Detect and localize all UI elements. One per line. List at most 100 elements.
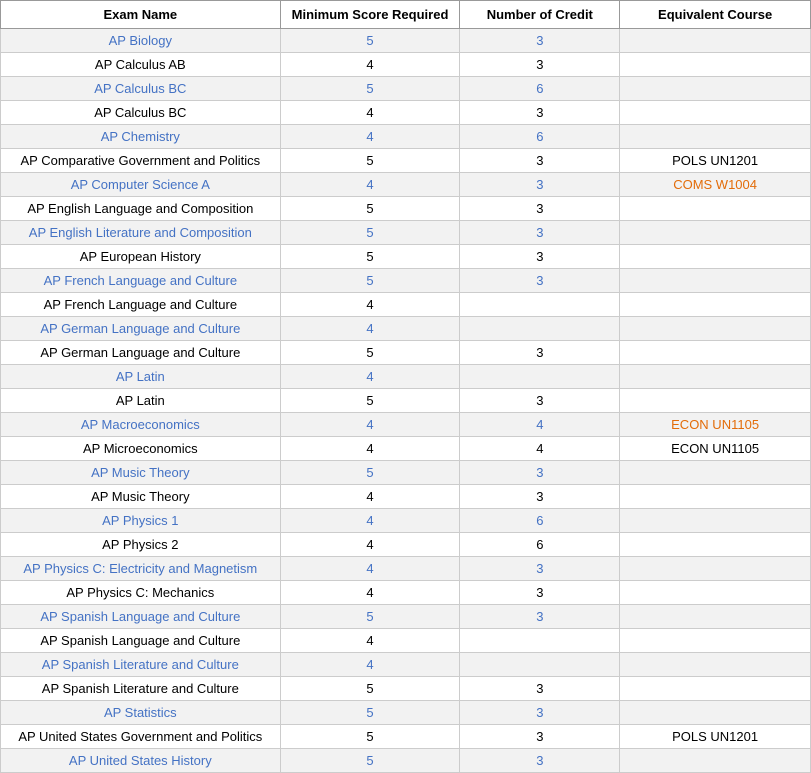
min-score: 5: [280, 149, 460, 173]
table-row: AP Biology53: [1, 29, 811, 53]
exam-name: AP German Language and Culture: [1, 341, 281, 365]
min-score: 5: [280, 197, 460, 221]
min-score: 4: [280, 365, 460, 389]
num-credit: 3: [460, 245, 620, 269]
equiv-course: POLS UN1201: [620, 725, 811, 749]
table-row: AP Latin4: [1, 365, 811, 389]
num-credit: 3: [460, 221, 620, 245]
min-score: 4: [280, 581, 460, 605]
num-credit: 3: [460, 173, 620, 197]
num-credit: 3: [460, 461, 620, 485]
exam-name: AP French Language and Culture: [1, 293, 281, 317]
equiv-course: [620, 269, 811, 293]
exam-name: AP Comparative Government and Politics: [1, 149, 281, 173]
min-score: 4: [280, 53, 460, 77]
table-row: AP Spanish Literature and Culture53: [1, 677, 811, 701]
table-row: AP United States Government and Politics…: [1, 725, 811, 749]
equiv-course: [620, 29, 811, 53]
exam-name: AP United States Government and Politics: [1, 725, 281, 749]
equiv-course: [620, 221, 811, 245]
table-row: AP Computer Science A43COMS W1004: [1, 173, 811, 197]
num-credit: 3: [460, 701, 620, 725]
equiv-course: [620, 77, 811, 101]
table-row: AP European History53: [1, 245, 811, 269]
num-credit: 3: [460, 149, 620, 173]
table-row: AP Comparative Government and Politics53…: [1, 149, 811, 173]
num-credit: 3: [460, 101, 620, 125]
exam-name: AP Chemistry: [1, 125, 281, 149]
equiv-course: [620, 557, 811, 581]
min-score: 4: [280, 557, 460, 581]
num-credit: [460, 317, 620, 341]
table-row: AP Physics 246: [1, 533, 811, 557]
equiv-course: [620, 701, 811, 725]
exam-name: AP English Literature and Composition: [1, 221, 281, 245]
equiv-course: [620, 197, 811, 221]
column-header-2: Number of Credit: [460, 1, 620, 29]
min-score: 5: [280, 725, 460, 749]
equiv-course: [620, 581, 811, 605]
equiv-course: [620, 653, 811, 677]
exam-name: AP Physics C: Electricity and Magnetism: [1, 557, 281, 581]
exam-name: AP Physics 2: [1, 533, 281, 557]
num-credit: 3: [460, 557, 620, 581]
exam-name: AP Macroeconomics: [1, 413, 281, 437]
num-credit: [460, 293, 620, 317]
num-credit: 3: [460, 29, 620, 53]
equiv-course: COMS W1004: [620, 173, 811, 197]
exam-name: AP Calculus BC: [1, 77, 281, 101]
table-row: AP Physics C: Electricity and Magnetism4…: [1, 557, 811, 581]
min-score: 4: [280, 485, 460, 509]
equiv-course: [620, 485, 811, 509]
num-credit: 3: [460, 269, 620, 293]
table-row: AP French Language and Culture53: [1, 269, 811, 293]
min-score: 5: [280, 605, 460, 629]
min-score: 5: [280, 77, 460, 101]
table-row: AP Chemistry46: [1, 125, 811, 149]
exam-name: AP Spanish Literature and Culture: [1, 653, 281, 677]
num-credit: 3: [460, 485, 620, 509]
equiv-course: [620, 293, 811, 317]
equiv-course: [620, 629, 811, 653]
equiv-course: [620, 509, 811, 533]
column-header-1: Minimum Score Required: [280, 1, 460, 29]
equiv-course: [620, 389, 811, 413]
min-score: 4: [280, 317, 460, 341]
table-row: AP Physics 146: [1, 509, 811, 533]
num-credit: [460, 365, 620, 389]
min-score: 5: [280, 341, 460, 365]
exam-name: AP Latin: [1, 365, 281, 389]
exam-name: AP Computer Science A: [1, 173, 281, 197]
min-score: 5: [280, 245, 460, 269]
min-score: 4: [280, 533, 460, 557]
num-credit: 3: [460, 53, 620, 77]
num-credit: 3: [460, 389, 620, 413]
exam-name: AP Physics 1: [1, 509, 281, 533]
min-score: 4: [280, 509, 460, 533]
min-score: 4: [280, 413, 460, 437]
table-row: AP German Language and Culture4: [1, 317, 811, 341]
exam-name: AP Biology: [1, 29, 281, 53]
exam-name: AP Statistics: [1, 701, 281, 725]
table-row: AP Physics C: Mechanics43: [1, 581, 811, 605]
num-credit: 6: [460, 77, 620, 101]
column-header-3: Equivalent Course: [620, 1, 811, 29]
num-credit: 4: [460, 413, 620, 437]
exam-name: AP Calculus AB: [1, 53, 281, 77]
table-row: AP Spanish Language and Culture53: [1, 605, 811, 629]
equiv-course: [620, 101, 811, 125]
exam-name: AP Music Theory: [1, 461, 281, 485]
exam-name: AP Spanish Language and Culture: [1, 605, 281, 629]
table-row: AP Microeconomics44ECON UN1105: [1, 437, 811, 461]
min-score: 5: [280, 269, 460, 293]
min-score: 5: [280, 677, 460, 701]
min-score: 5: [280, 29, 460, 53]
num-credit: [460, 653, 620, 677]
min-score: 4: [280, 101, 460, 125]
num-credit: 3: [460, 341, 620, 365]
num-credit: 3: [460, 581, 620, 605]
equiv-course: [620, 245, 811, 269]
table-row: AP Statistics53: [1, 701, 811, 725]
min-score: 4: [280, 629, 460, 653]
min-score: 4: [280, 173, 460, 197]
